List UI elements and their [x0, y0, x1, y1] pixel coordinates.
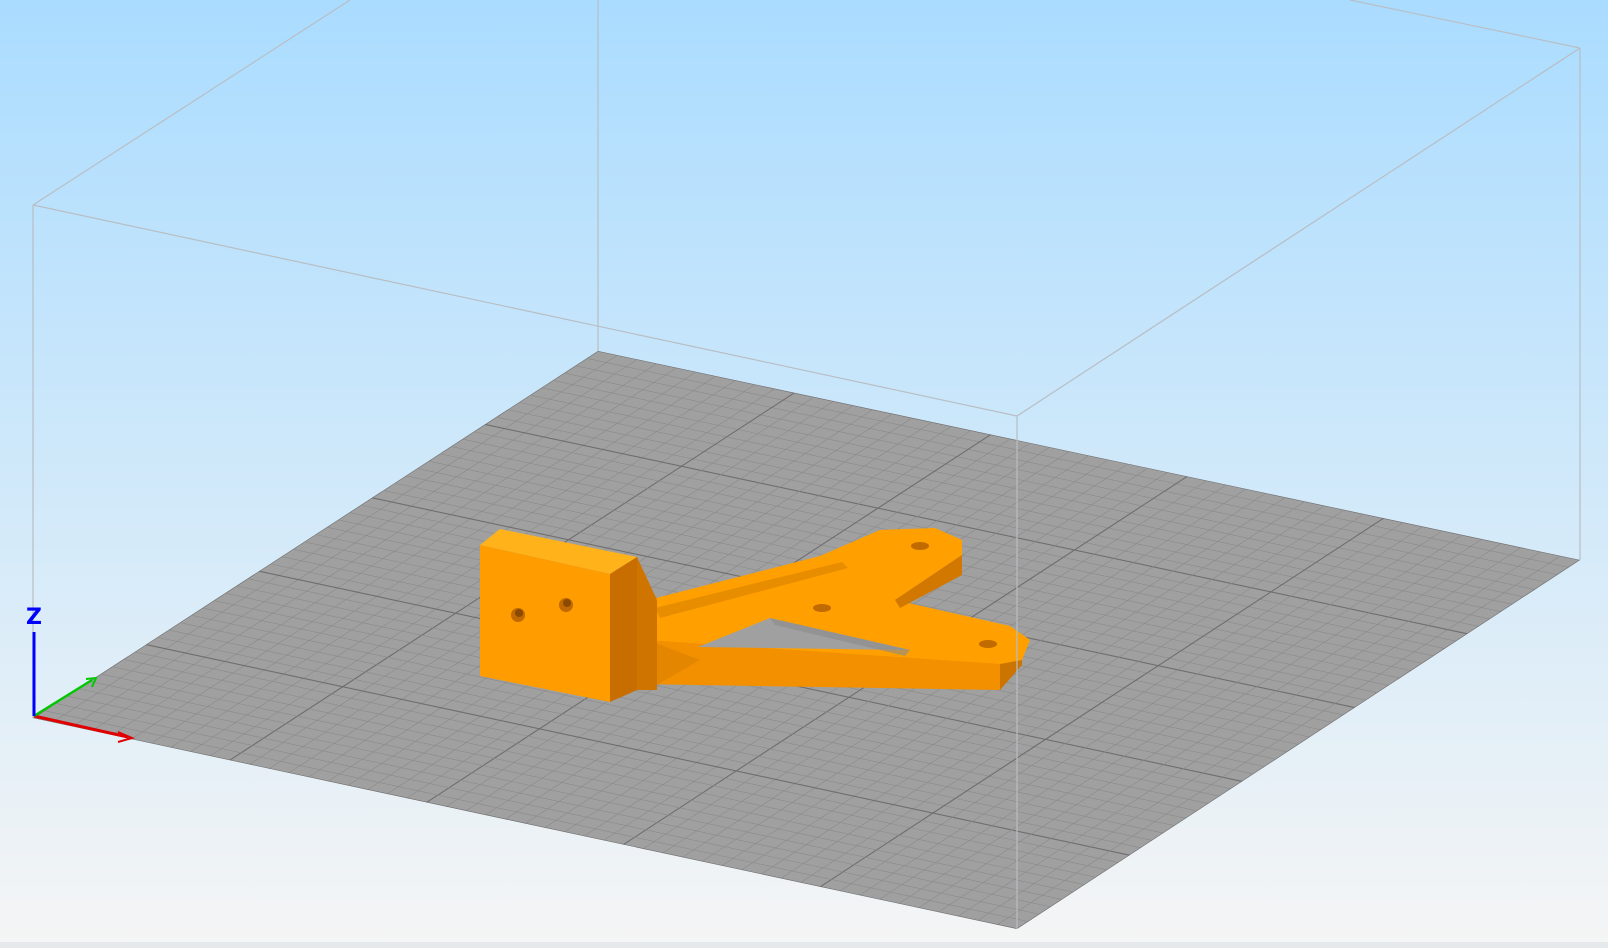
mount-hole-icon	[911, 542, 929, 550]
bottom-strip	[0, 942, 1608, 948]
z-axis-label: Z	[26, 605, 42, 630]
scene[interactable]: Z	[0, 0, 1608, 948]
mount-hole-icon	[813, 604, 831, 612]
3d-viewport[interactable]: Z	[0, 0, 1608, 948]
mount-hole-icon	[979, 640, 997, 648]
